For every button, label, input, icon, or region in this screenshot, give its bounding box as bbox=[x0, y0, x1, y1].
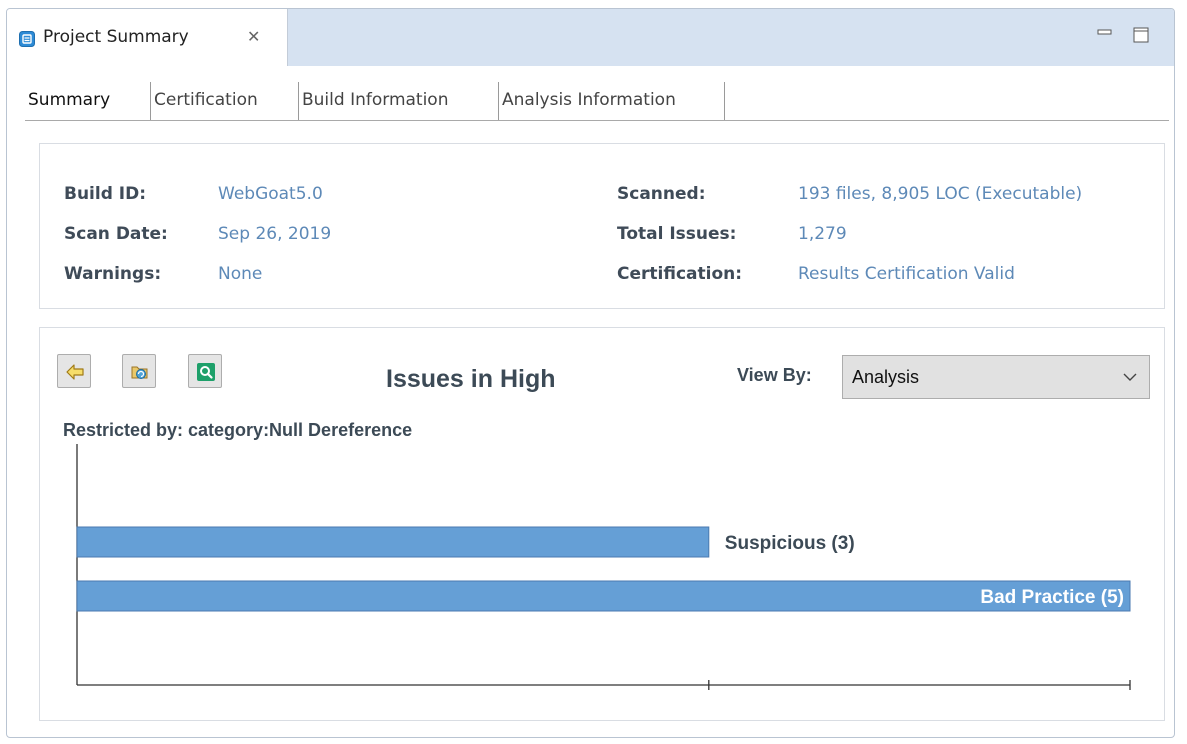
build-id-value: WebGoat5.0 bbox=[218, 184, 323, 204]
scan-date-label: Scan Date: bbox=[64, 224, 168, 244]
project-summary-icon bbox=[19, 31, 35, 47]
project-info-panel: Build ID: WebGoat5.0 Scan Date: Sep 26, … bbox=[39, 143, 1165, 309]
project-summary-view: Project Summary ✕ Summary Certification … bbox=[6, 8, 1175, 738]
maximize-icon[interactable] bbox=[1131, 25, 1151, 45]
bar-label: Suspicious (3) bbox=[725, 533, 855, 554]
build-id-label: Build ID: bbox=[64, 184, 147, 204]
certification-value: Results Certification Valid bbox=[798, 264, 1015, 284]
bar-bad-practice bbox=[76, 580, 1131, 612]
scan-date-value: Sep 26, 2019 bbox=[218, 224, 332, 244]
view-header: Project Summary ✕ bbox=[7, 9, 1174, 66]
total-issues-label: Total Issues: bbox=[617, 224, 737, 244]
issues-bar-chart: Suspicious (3) Bad Practice (5) bbox=[76, 444, 1131, 690]
scanned-value: 193 files, 8,905 LOC (Executable) bbox=[798, 184, 1083, 204]
total-issues-value: 1,279 bbox=[798, 224, 847, 244]
tab-analysis-information[interactable]: Analysis Information bbox=[499, 82, 725, 120]
tab-summary[interactable]: Summary bbox=[25, 82, 151, 120]
bar-suspicious bbox=[76, 526, 710, 558]
warnings-value: None bbox=[218, 264, 263, 284]
tab-build-information[interactable]: Build Information bbox=[299, 82, 499, 120]
view-title: Project Summary bbox=[43, 27, 189, 47]
issues-chart-panel: Issues in High View By: Analysis Restric… bbox=[39, 327, 1165, 721]
scanned-label: Scanned: bbox=[617, 184, 706, 204]
tab-certification[interactable]: Certification bbox=[151, 82, 299, 120]
minimize-icon[interactable] bbox=[1095, 25, 1115, 45]
warnings-label: Warnings: bbox=[64, 264, 162, 284]
project-summary-tab[interactable]: Project Summary ✕ bbox=[7, 9, 288, 66]
subtab-bar: Summary Certification Build Information … bbox=[25, 82, 1169, 121]
certification-label: Certification: bbox=[617, 264, 743, 284]
close-icon[interactable]: ✕ bbox=[247, 27, 260, 46]
bar-label: Bad Practice (5) bbox=[980, 587, 1124, 608]
